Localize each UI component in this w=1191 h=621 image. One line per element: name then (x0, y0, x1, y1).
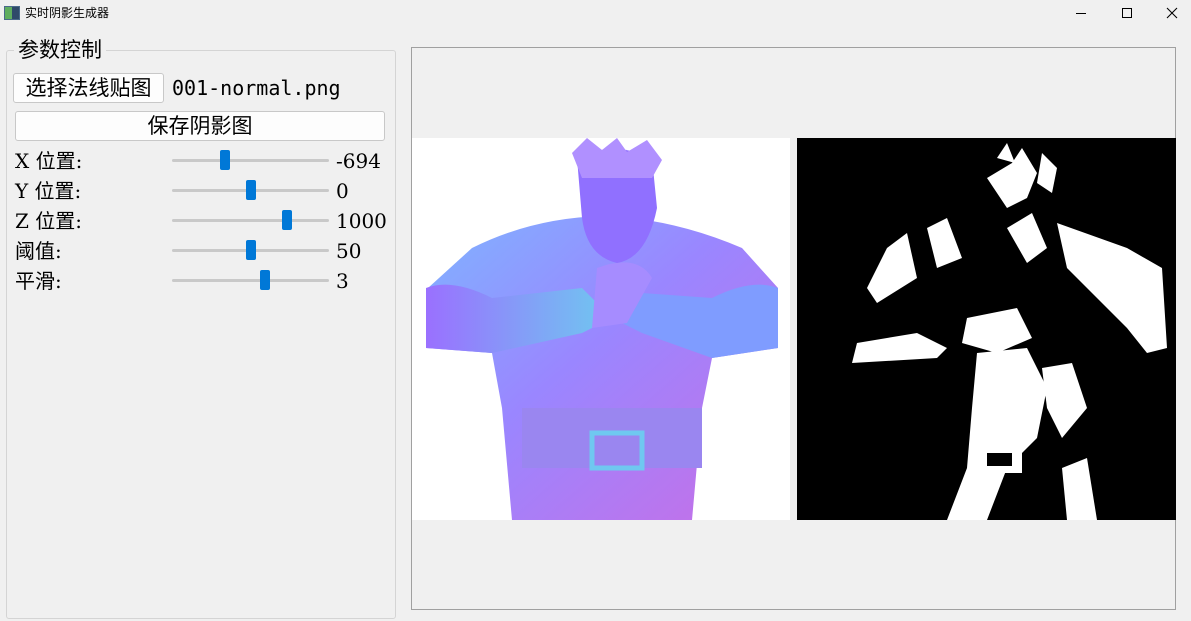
maximize-icon[interactable] (1104, 0, 1150, 28)
close-icon[interactable] (1150, 0, 1191, 28)
threshold-label: 阈值: (15, 239, 62, 263)
x-position-slider[interactable] (172, 150, 329, 170)
slider-track (172, 159, 329, 162)
slider-handle[interactable] (245, 240, 256, 260)
slider-handle[interactable] (259, 270, 270, 290)
slider-track (172, 279, 329, 282)
choose-normal-map-button[interactable]: 选择法线贴图 (13, 73, 164, 103)
threshold-slider[interactable] (172, 240, 329, 260)
slider-handle[interactable] (245, 180, 256, 200)
y-position-value: 0 (336, 179, 349, 203)
slider-handle[interactable] (220, 150, 231, 170)
y-position-slider[interactable] (172, 180, 329, 200)
x-position-value: -694 (336, 149, 381, 173)
file-name-label: 001-normal.png (172, 76, 341, 100)
z-position-slider[interactable] (172, 210, 329, 230)
y-position-label: Y 位置: (15, 179, 82, 203)
smooth-value: 3 (336, 269, 349, 293)
z-position-value: 1000 (336, 209, 387, 233)
z-position-label: Z 位置: (15, 209, 82, 233)
parameter-group-title: 参数控制 (14, 36, 106, 64)
app-icon (4, 6, 20, 20)
minimize-icon[interactable] (1058, 0, 1104, 28)
save-shadow-button[interactable]: 保存阴影图 (15, 111, 385, 141)
slider-handle[interactable] (281, 210, 292, 230)
x-position-label: X 位置: (15, 149, 83, 173)
normal-map-image (412, 138, 790, 520)
slider-track (172, 219, 329, 222)
title-bar: 实时阴影生成器 (0, 0, 1191, 28)
smooth-label: 平滑: (15, 269, 62, 293)
shadow-map-image (797, 138, 1176, 520)
smooth-slider[interactable] (172, 270, 329, 290)
threshold-value: 50 (336, 239, 362, 263)
window-title: 实时阴影生成器 (25, 6, 110, 20)
